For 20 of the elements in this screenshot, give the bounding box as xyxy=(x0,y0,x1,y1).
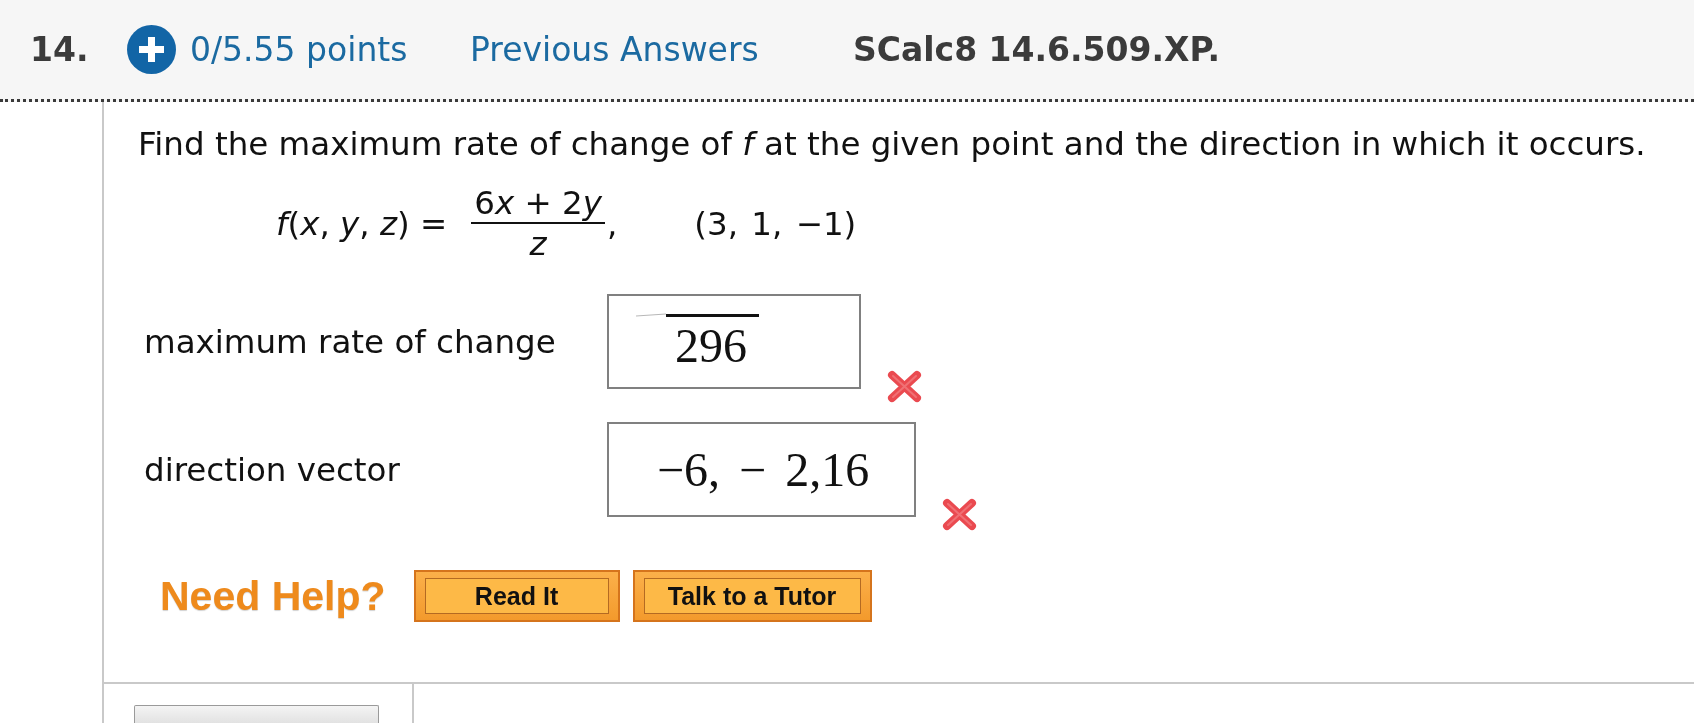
comma: , xyxy=(607,205,618,243)
question-source: SCalc8 14.6.509.XP. xyxy=(853,30,1221,69)
answer-label: direction vector xyxy=(144,450,400,489)
cut-off-button[interactable] xyxy=(134,705,379,723)
question-text: Find the maximum rate of change of f at the given point and the direction in which it occurs. xyxy=(138,125,1647,163)
answer-field[interactable]: 296 xyxy=(607,294,861,389)
plus-circle-icon[interactable] xyxy=(127,25,176,74)
question-number: 14. xyxy=(30,30,89,69)
help-button[interactable]: Talk to a Tutor xyxy=(632,570,872,622)
fraction-numerator: 6x + 2y xyxy=(471,184,605,224)
answer-field[interactable]: −6, − 2,16 xyxy=(607,422,916,517)
previous-answers-link[interactable]: Previous Answers xyxy=(470,30,759,69)
radical-sign-icon xyxy=(636,313,666,317)
given-point: (3, 1, −1) xyxy=(694,205,857,243)
fraction-denominator: z xyxy=(528,224,548,264)
need-help-heading: Need Help? xyxy=(160,572,386,620)
help-button[interactable]: Read It xyxy=(413,570,620,622)
function-definition: f(x, y, z) = xyxy=(276,205,448,243)
points-score: 0/5.55 points xyxy=(190,30,408,69)
answer-label: maximum rate of change xyxy=(144,322,556,361)
